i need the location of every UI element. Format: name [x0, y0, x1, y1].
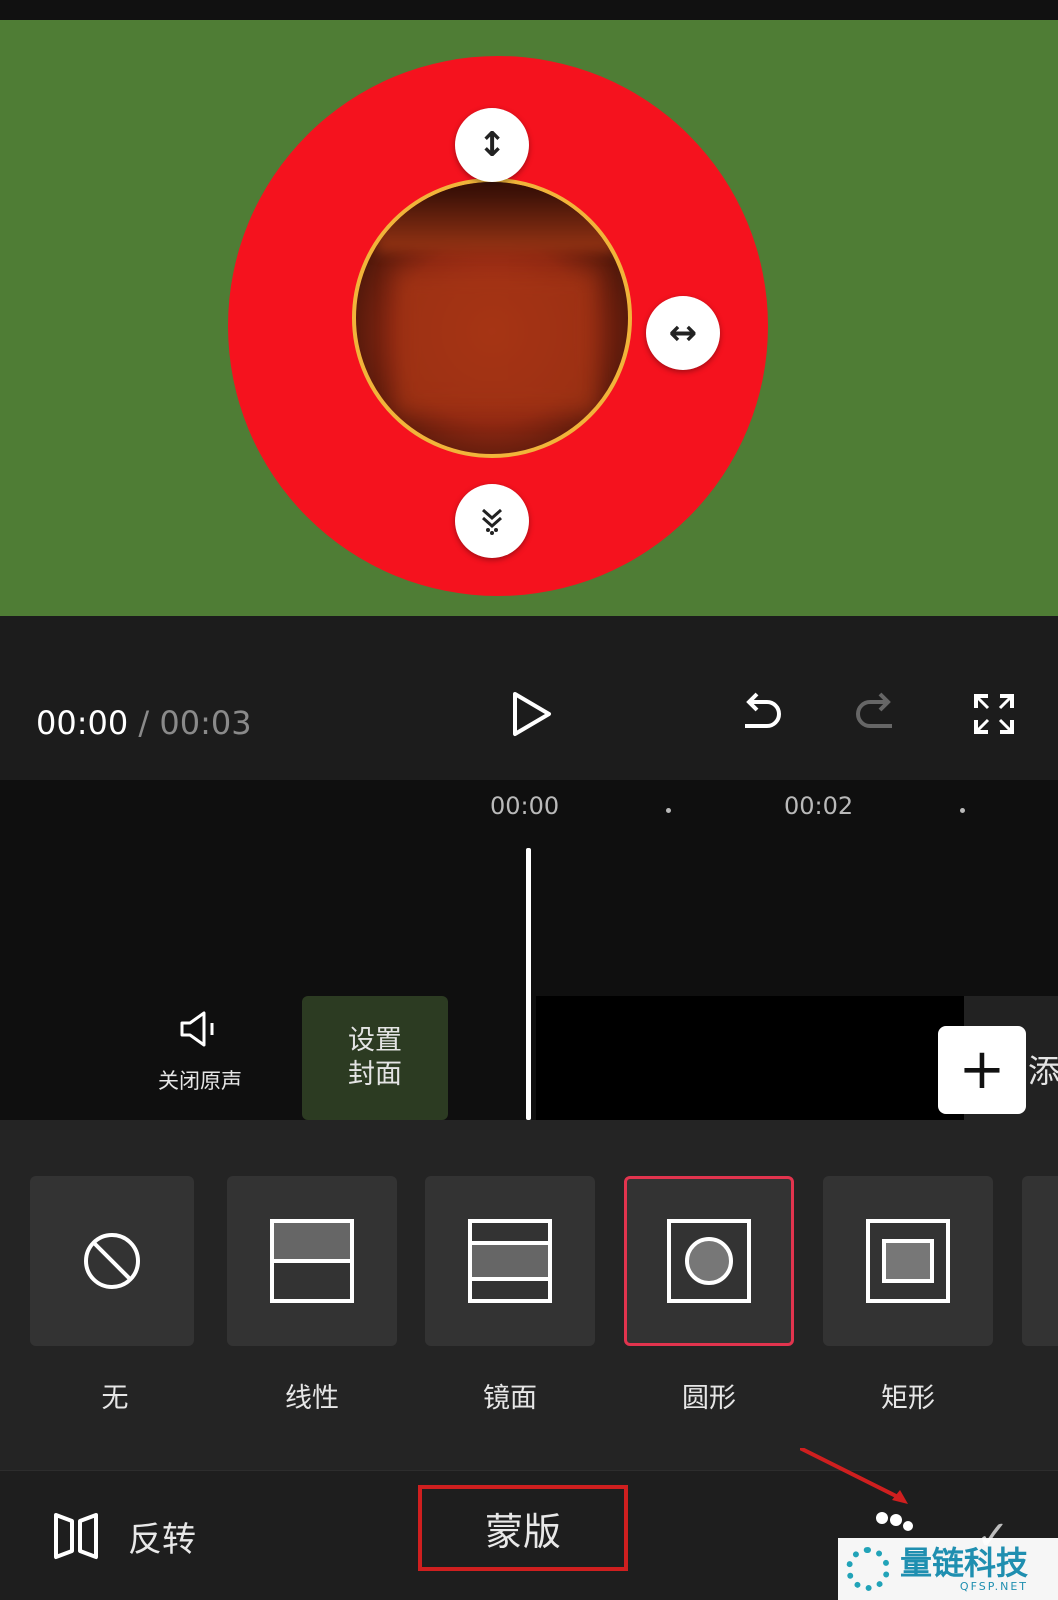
mask-options-panel: 无 线性 镜面 圆形 矩形	[0, 1120, 1058, 1470]
undo-button[interactable]	[733, 686, 789, 742]
mask-option-linear[interactable]: 线性	[227, 1176, 397, 1415]
player-controls: 00:00 / 00:03	[0, 616, 1058, 780]
panel-title: 蒙版	[418, 1485, 628, 1571]
video-preview[interactable]: ↕ ↔	[0, 20, 1058, 616]
mute-label: 关闭原声	[158, 1069, 242, 1093]
watermark-subtitle: QFSP.NET	[959, 1579, 1029, 1593]
play-button[interactable]	[503, 686, 559, 742]
feather-handle[interactable]	[455, 484, 529, 558]
ruler-dot	[666, 808, 671, 813]
play-icon	[513, 692, 551, 736]
none-icon	[84, 1233, 140, 1289]
linear-mask-icon	[270, 1219, 354, 1303]
set-cover-button[interactable]: 设置 封面	[302, 996, 448, 1120]
watermark-logo: 量链科技 QFSP.NET	[838, 1538, 1058, 1600]
mask-option-label: 线性	[285, 1383, 339, 1414]
time-display: 00:00 / 00:03	[36, 704, 252, 742]
ruler-tick-label: 00:02	[784, 792, 854, 820]
watermark-title: 量链科技	[900, 1543, 1029, 1582]
rectangle-mask-icon	[866, 1219, 950, 1303]
mask-option-label: 镜面	[483, 1383, 537, 1414]
redo-icon	[856, 692, 892, 728]
mask-option-tile[interactable]	[227, 1176, 397, 1346]
mask-option-label: 无	[101, 1383, 129, 1414]
redo-button[interactable]	[848, 686, 904, 742]
vertical-resize-handle[interactable]: ↕	[455, 108, 529, 182]
blurred-content	[396, 272, 596, 412]
cover-label-line1: 设置	[348, 1025, 402, 1056]
mask-option-tile[interactable]	[30, 1176, 194, 1346]
ruler-dot	[960, 808, 965, 813]
current-time: 00:00	[36, 704, 129, 742]
fullscreen-button[interactable]	[966, 686, 1022, 742]
mask-option-tile[interactable]	[823, 1176, 993, 1346]
circle-mask-icon	[667, 1219, 751, 1303]
mask-option-tile[interactable]	[624, 1176, 794, 1346]
mask-option-more[interactable]	[1022, 1176, 1058, 1346]
mask-option-rectangle[interactable]: 矩形	[823, 1176, 993, 1415]
add-label: 添	[1028, 1052, 1058, 1090]
timeline[interactable]: 00:00 00:02 关闭原声 设置 封面 + 添	[0, 780, 1058, 1120]
ruler-tick-label: 00:00	[490, 792, 560, 820]
feather-icon	[482, 508, 502, 535]
reverse-icon	[54, 1513, 98, 1559]
total-time: 00:03	[159, 704, 252, 742]
mirror-mask-icon	[468, 1219, 552, 1303]
blurred-content	[376, 182, 616, 252]
vertical-arrows-icon: ↕	[477, 125, 507, 165]
mask-circle-region[interactable]	[352, 178, 632, 458]
horizontal-resize-handle[interactable]: ↔	[646, 296, 720, 370]
playhead[interactable]	[526, 848, 531, 1120]
annotation-arrow	[800, 1448, 913, 1531]
speaker-icon	[180, 1011, 214, 1047]
reverse-label: 反转	[128, 1519, 196, 1560]
status-bar	[0, 0, 1058, 20]
add-clip-button[interactable]: +	[938, 1026, 1026, 1114]
undo-icon	[745, 692, 781, 728]
mute-original-audio-button[interactable]: 关闭原声	[140, 1005, 260, 1095]
reverse-button[interactable]: 反转	[52, 1511, 196, 1561]
fullscreen-icon	[974, 694, 1014, 734]
logo-icon	[846, 1547, 890, 1591]
mask-option-tile[interactable]	[425, 1176, 595, 1346]
mask-option-circle[interactable]: 圆形	[624, 1176, 794, 1415]
plus-icon: +	[958, 1037, 1006, 1102]
mask-option-label: 圆形	[682, 1383, 736, 1414]
mask-option-mirror[interactable]: 镜面	[425, 1176, 595, 1415]
time-separator: /	[138, 704, 150, 742]
horizontal-arrows-icon: ↔	[668, 313, 698, 353]
mask-option-label: 矩形	[881, 1383, 935, 1414]
video-clip-track[interactable]	[536, 996, 966, 1120]
mask-option-none[interactable]: 无	[30, 1176, 200, 1415]
cover-label-line2: 封面	[348, 1059, 402, 1090]
